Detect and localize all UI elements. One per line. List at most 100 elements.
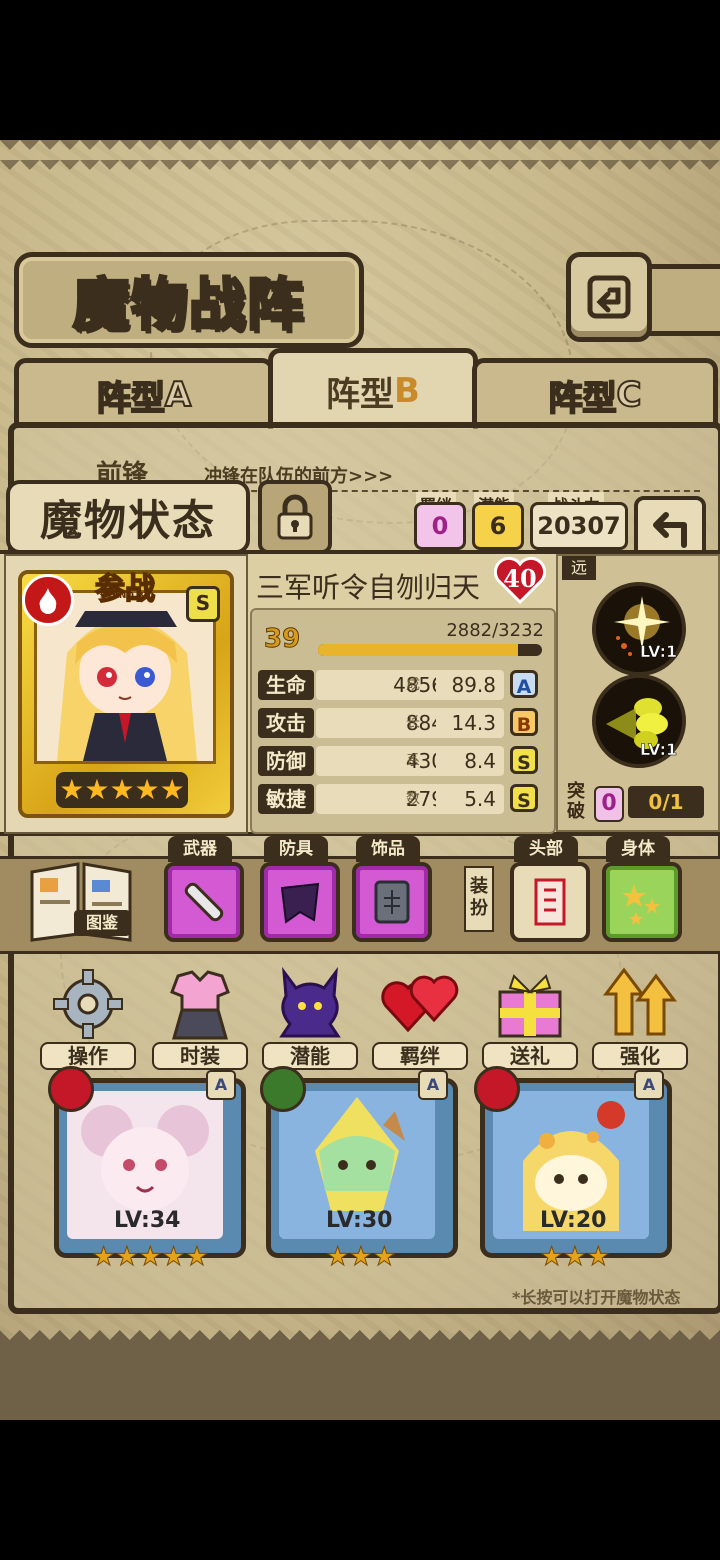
gift-icon — [490, 966, 570, 1042]
stat-growth: 89.8 — [436, 670, 504, 700]
stat-row-agility: 敏捷 279 数 5.4 S — [258, 784, 548, 816]
action-gift-button[interactable]: 送礼 — [482, 966, 578, 1072]
growth-caption: 长 — [406, 715, 420, 731]
growth-grade: S — [510, 784, 538, 812]
lock-icon — [277, 494, 313, 540]
rank-badge: S — [186, 586, 220, 622]
bond-value: 0 — [414, 502, 466, 550]
action-operate-button[interactable]: 操作 — [40, 966, 136, 1072]
codex-button[interactable]: 图鉴 — [26, 852, 136, 942]
armor-slot[interactable] — [260, 862, 340, 942]
stat-value: 4856 — [316, 670, 452, 700]
team-3-grade: A — [634, 1070, 664, 1100]
gear-icon — [48, 966, 128, 1042]
stat-label: 生命 — [258, 670, 314, 700]
weapon-slot[interactable] — [164, 862, 244, 942]
tab-formation-b[interactable]: 阵型 B — [268, 348, 478, 429]
growth-caption: 成 — [406, 677, 420, 693]
dress-label: 装扮 — [464, 866, 494, 932]
status-title: 魔物状态 — [39, 495, 216, 545]
action-label: 强化 — [592, 1042, 688, 1070]
stat-growth: 14.3 — [436, 708, 504, 738]
head-item-icon — [534, 878, 566, 926]
star-rating: ★★★ — [540, 1242, 611, 1273]
team-1-grade: A — [206, 1070, 236, 1100]
exp-value: 2882/3232 — [446, 620, 544, 641]
bottom-border — [0, 1330, 720, 1420]
tab-label: 阵型 — [326, 374, 395, 415]
monster-name: 三军听令自刎归天 — [256, 571, 481, 604]
team-1-level: LV:34 — [114, 1208, 181, 1233]
action-outfit-button[interactable]: 时装 — [152, 966, 248, 1072]
armor-caption: 防具 — [264, 836, 328, 862]
arrows-up-icon — [600, 966, 680, 1042]
accessory-slot[interactable] — [352, 862, 432, 942]
team-2-stars: ★★★ — [326, 1242, 397, 1274]
range-badge: 远 — [562, 556, 596, 580]
breakthrough-value: 0 — [594, 786, 624, 822]
body-caption: 身体 — [606, 836, 670, 862]
growth-caption: 系 — [406, 753, 420, 769]
skill-2-level: LV:1 — [640, 740, 678, 760]
tab-label: 阵型 — [96, 378, 166, 420]
stars-item-icon — [622, 884, 660, 925]
flame-glyph — [39, 588, 57, 614]
page-title: 魔物战阵 — [72, 271, 305, 339]
accessory-caption: 饰品 — [356, 836, 420, 862]
breakthrough-row: 突破 0 0/1 — [562, 782, 712, 822]
fire-element-icon — [48, 1066, 94, 1112]
exp-bar — [318, 644, 542, 656]
action-label: 操作 — [40, 1042, 136, 1070]
breakthrough-label: 突破 — [567, 781, 585, 822]
tab-letter: C — [616, 374, 643, 416]
exp-bar-fill — [318, 644, 518, 656]
team-3-stars: ★★★ — [540, 1242, 611, 1274]
status-title-banner: 魔物状态 — [6, 480, 250, 554]
monster-level: 39 — [263, 624, 301, 655]
action-enhance-button[interactable]: 强化 — [592, 966, 688, 1072]
max-level-heart: 40 — [493, 556, 547, 605]
stat-value: 279 — [316, 784, 452, 814]
stat-label: 敏捷 — [258, 784, 314, 814]
tab-letter: A — [164, 374, 192, 416]
star-rating: ★★★★★ — [59, 773, 185, 806]
stat-value: 430 — [316, 746, 452, 776]
action-potential-button[interactable]: 潜能 — [262, 966, 358, 1072]
skill-1-level: LV:1 — [640, 642, 678, 662]
star-rating: ★★★★★ — [92, 1242, 210, 1273]
power-value: 20307 — [530, 502, 628, 550]
fire-element-icon — [22, 574, 74, 626]
tab-letter: B — [394, 371, 420, 411]
tab-formation-a[interactable]: 阵型 A — [14, 358, 274, 427]
codex-label: 图鉴 — [74, 910, 130, 936]
skill-1-button[interactable] — [592, 582, 686, 676]
header-right-plate — [640, 264, 720, 336]
growth-caption: 数 — [406, 791, 420, 807]
stat-row-attack: 攻击 884 长 14.3 B — [258, 708, 548, 740]
team-hint: *长按可以打开魔物状态 — [512, 1288, 681, 1307]
action-label: 羁绊 — [372, 1042, 468, 1070]
stat-row-hp: 生命 4856 成 89.8 A — [258, 670, 548, 702]
action-bond-button[interactable]: 羁绊 — [372, 966, 468, 1072]
star-rating: ★★★ — [326, 1242, 397, 1273]
team-1-stars: ★★★★★ — [92, 1242, 210, 1274]
lock-button[interactable] — [258, 480, 332, 554]
growth-grade: A — [510, 670, 538, 698]
team-2-level: LV:30 — [326, 1208, 393, 1233]
team-3-level: LV:20 — [540, 1208, 607, 1233]
head-slot[interactable] — [510, 862, 590, 942]
action-label: 时装 — [152, 1042, 248, 1070]
potential-value: 6 — [472, 502, 524, 550]
growth-grade: S — [510, 746, 538, 774]
standby-sublabel: STAND BY — [100, 591, 150, 601]
weapon-caption: 武器 — [168, 836, 232, 862]
exit-button[interactable] — [566, 252, 652, 342]
return-icon — [587, 275, 631, 319]
tab-formation-c[interactable]: 阵型 C — [472, 358, 718, 427]
body-slot[interactable] — [602, 862, 682, 942]
stat-value: 884 — [316, 708, 452, 738]
armor-icon — [280, 882, 320, 924]
breakthrough-progress: 0/1 — [628, 786, 704, 818]
page-title-banner: 魔物战阵 — [14, 252, 364, 348]
stat-row-defense: 防御 430 系 8.4 S — [258, 746, 548, 778]
